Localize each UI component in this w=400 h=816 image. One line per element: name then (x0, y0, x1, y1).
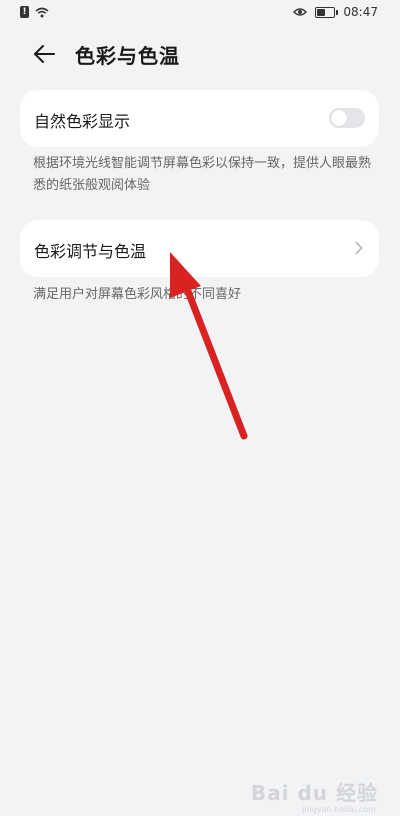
alert-icon: ! (20, 6, 29, 18)
header: 色彩与色温 (0, 34, 400, 74)
toggle-knob (331, 110, 347, 126)
watermark-logo: Bai du 经验 (250, 781, 378, 805)
watermark-url: jingyan.baidu.com (302, 805, 376, 814)
natural-color-description: 根据环境光线智能调节屏幕色彩以保持一致，提供人眼最熟悉的纸张般观阅体验 (33, 156, 372, 193)
battery-level (317, 8, 326, 16)
arrow-left-icon[interactable] (30, 42, 58, 66)
color-temperature-description: 满足用户对屏幕色彩风格的不同喜好 (33, 287, 242, 302)
color-temperature-row[interactable]: 色彩调节与色温 (20, 220, 379, 277)
battery-icon (315, 6, 339, 18)
status-left: ! (20, 6, 49, 18)
wifi-icon (35, 7, 49, 17)
color-temperature-label: 色彩调节与色温 (34, 242, 147, 261)
natural-color-toggle[interactable] (329, 108, 365, 128)
status-right: 08:47 (293, 5, 378, 19)
natural-color-row[interactable]: 自然色彩显示 (20, 90, 379, 147)
natural-color-label: 自然色彩显示 (34, 112, 131, 131)
status-bar: ! 08:47 (0, 0, 400, 28)
status-time: 08:47 (343, 5, 378, 19)
eye-icon (293, 8, 308, 16)
chevron-right-icon (355, 241, 363, 255)
page-title: 色彩与色温 (75, 44, 180, 68)
